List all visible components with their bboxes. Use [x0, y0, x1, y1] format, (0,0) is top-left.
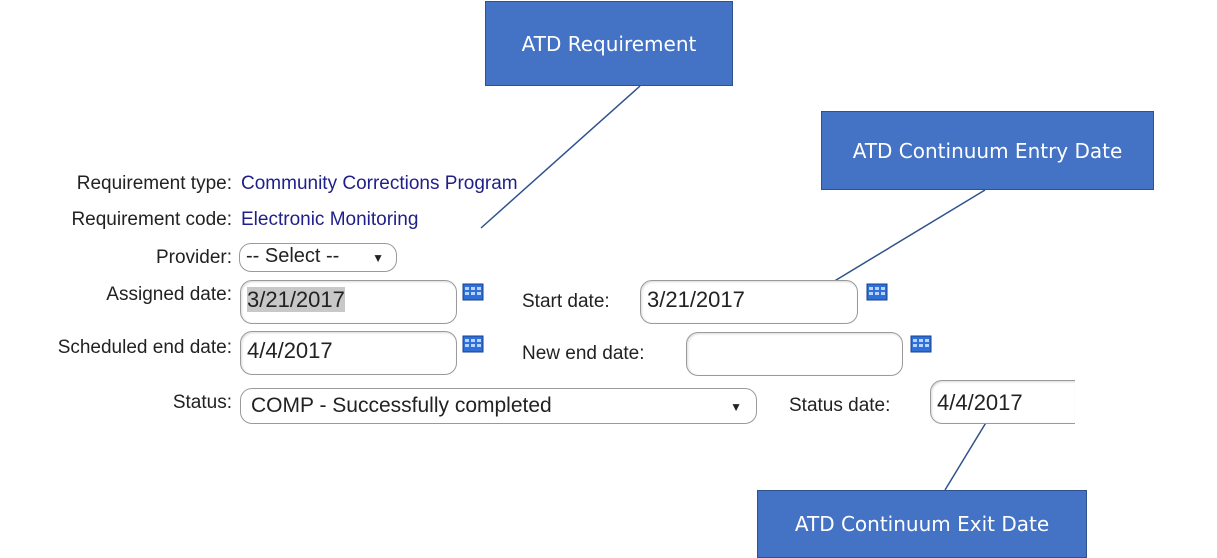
- start-date-field[interactable]: 3/21/2017: [640, 280, 858, 324]
- calendar-icon[interactable]: [462, 335, 484, 353]
- chevron-down-icon: ▼: [730, 400, 742, 414]
- new-end-date-label: New end date:: [522, 343, 645, 364]
- scheduled-end-date-field[interactable]: 4/4/2017: [240, 331, 457, 375]
- requirement-code-label: Requirement code:: [71, 209, 232, 230]
- status-date-field[interactable]: 4/4/2017: [930, 380, 1075, 424]
- status-date-label: Status date:: [789, 395, 891, 416]
- calendar-icon[interactable]: [866, 283, 888, 301]
- assigned-date-label: Assigned date:: [106, 284, 232, 305]
- connector-requirement: [480, 85, 641, 229]
- scheduled-end-date-label: Scheduled end date:: [57, 337, 232, 358]
- provider-select[interactable]: -- Select -- ▼: [239, 243, 397, 272]
- assigned-date-value: 3/21/2017: [247, 287, 345, 312]
- calendar-icon[interactable]: [462, 283, 484, 301]
- start-date-label: Start date:: [522, 291, 610, 312]
- requirement-type-value: Community Corrections Program: [241, 173, 518, 194]
- status-select-value: COMP - Successfully completed: [251, 394, 552, 417]
- provider-label: Provider:: [155, 247, 232, 268]
- requirement-code-value: Electronic Monitoring: [241, 209, 419, 230]
- provider-select-value: -- Select --: [246, 245, 340, 267]
- status-date-value: 4/4/2017: [937, 390, 1023, 415]
- new-end-date-field[interactable]: [686, 332, 903, 376]
- calendar-icon[interactable]: [910, 335, 932, 353]
- scheduled-end-date-value: 4/4/2017: [247, 338, 333, 363]
- chevron-down-icon: ▼: [372, 251, 384, 265]
- assigned-date-field: 3/21/2017: [240, 280, 457, 324]
- callout-connectors: [480, 85, 991, 491]
- connector-exit: [944, 415, 991, 491]
- requirement-type-label: Requirement type:: [76, 173, 232, 194]
- status-label: Status:: [172, 392, 232, 413]
- status-select[interactable]: COMP - Successfully completed ▼: [240, 388, 757, 424]
- start-date-value: 3/21/2017: [647, 287, 745, 312]
- connector-entry: [812, 189, 986, 295]
